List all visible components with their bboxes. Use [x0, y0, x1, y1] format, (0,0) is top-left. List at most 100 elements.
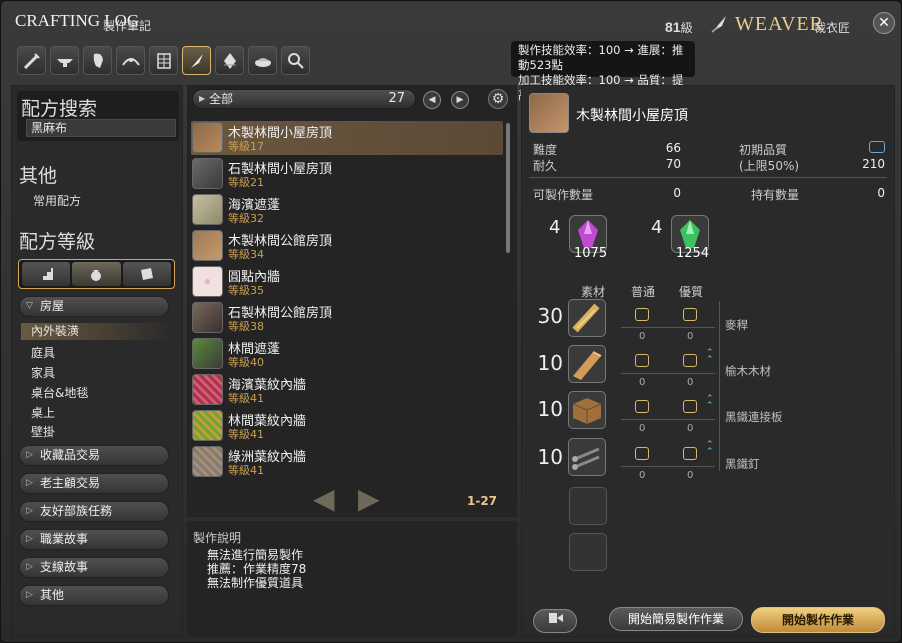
weaver-icon[interactable] — [182, 46, 211, 75]
recipe-row[interactable]: 林間葉紋內牆 等級41 — [191, 409, 503, 443]
recipe-row[interactable]: 石製林間小屋房頂 等級21 — [191, 157, 503, 191]
favorite-recipes-item[interactable]: 常用配方 — [33, 192, 81, 209]
hq-slot[interactable] — [683, 447, 697, 460]
hq-available-icon: ⌃ ⌃ — [706, 348, 714, 365]
recipe-row[interactable]: 木製林間公館房頂 等級34 — [191, 229, 503, 263]
recipe-row[interactable]: 圓點內牆 等級35 — [191, 265, 503, 299]
divider — [621, 373, 715, 374]
recipe-search-field[interactable]: 黑麻布 — [26, 119, 176, 137]
subcategory-item[interactable]: 庭具 — [31, 344, 55, 361]
crystal-held: 1254 — [676, 246, 710, 261]
hq-slot[interactable] — [683, 308, 697, 321]
subcategory-item[interactable]: 家具 — [31, 364, 55, 381]
recipe-level-selector — [18, 259, 175, 289]
high-quality-header: 優質 — [679, 285, 704, 299]
chevron-right-icon: ▷ — [26, 450, 33, 460]
material-name: 麥稈 — [725, 318, 748, 332]
nq-slot[interactable] — [635, 308, 649, 321]
blacksmith-icon[interactable] — [50, 46, 79, 75]
synthesize-button[interactable]: 開始製作作業 — [751, 607, 885, 633]
subcategory-item[interactable]: 桌上 — [31, 404, 55, 421]
recipe-row[interactable]: 林間遮蓬 等級40 — [191, 337, 503, 371]
crafter-category-bar — [17, 46, 314, 75]
category-housing[interactable]: ▽ 房屋 — [19, 296, 169, 317]
prev-page-arrow-icon[interactable]: ◀ — [313, 482, 335, 515]
divider — [621, 466, 715, 467]
leatherworker-icon[interactable] — [149, 46, 178, 75]
job-name-sub: 裁衣匠 — [814, 21, 851, 35]
material-icon[interactable] — [568, 299, 606, 337]
category-group-label: 支線故事 — [40, 560, 89, 574]
category-group[interactable]: ▷ 老主顧交易 — [19, 473, 169, 494]
goldsmith-icon[interactable] — [116, 46, 145, 75]
crystal-held: 1075 — [574, 246, 608, 261]
search-icon[interactable] — [281, 46, 310, 75]
quick-synthesis-button[interactable]: 開始簡易製作作業 — [609, 607, 743, 631]
recipe-search-header: 配方搜索 — [21, 98, 98, 120]
recipe-level: 等級41 — [228, 392, 264, 405]
durability-value: 70 — [665, 157, 681, 171]
armorer-icon[interactable] — [83, 46, 112, 75]
category-group[interactable]: ▷ 支線故事 — [19, 557, 169, 578]
nq-slot[interactable] — [635, 354, 649, 367]
recipe-item-icon — [192, 194, 223, 225]
nq-count: 0 — [639, 331, 646, 342]
job-level-number: 81 — [665, 19, 681, 35]
close-icon[interactable]: ✕ — [873, 12, 895, 34]
chevron-right-icon: ▷ — [26, 590, 33, 600]
recipe-filter-dropdown[interactable]: ▶ 全部 27 — [192, 89, 416, 109]
recipe-list-scrollbar[interactable] — [506, 123, 510, 253]
result-item-name: 木製林間小屋房頂 — [576, 108, 688, 124]
description-line: 無法制作優質道具 — [207, 576, 304, 590]
next-page-arrow-icon[interactable]: ▶ — [358, 482, 380, 515]
category-group[interactable]: ▷ 職業故事 — [19, 529, 169, 550]
material-icon[interactable] — [568, 438, 606, 476]
recipe-level: 等級35 — [228, 284, 264, 297]
category-group-label: 收藏品交易 — [40, 448, 101, 462]
description-title: 製作說明 — [193, 531, 242, 545]
subcategory-item[interactable]: 桌台&地毯 — [31, 384, 88, 401]
quality-toggle[interactable] — [869, 141, 885, 153]
recipe-row[interactable]: 木製林間小屋房頂 等級17 — [191, 121, 503, 155]
weaver-job-icon — [711, 16, 726, 33]
subcategory-item[interactable]: 壁掛 — [31, 423, 55, 440]
recipe-row[interactable]: 石製林間公館房頂 等級38 — [191, 301, 503, 335]
hq-slot[interactable] — [683, 354, 697, 367]
culinarian-icon[interactable] — [248, 46, 277, 75]
difficulty-value: 66 — [665, 141, 681, 155]
alchemist-icon[interactable] — [215, 46, 244, 75]
crystal-qty: 4 — [651, 217, 663, 238]
book-icon[interactable] — [122, 262, 171, 286]
job-name: WEAVER — [735, 13, 824, 35]
category-group[interactable]: ▷ 收藏品交易 — [19, 445, 169, 466]
result-item-icon[interactable] — [529, 93, 569, 133]
hq-slot[interactable] — [683, 400, 697, 413]
subcategory-item[interactable]: 內外裝潢 — [21, 323, 173, 340]
initial-quality-cap: (上限50%) — [739, 159, 800, 173]
craftable-label: 可製作數量 — [533, 188, 594, 202]
carpenter-icon[interactable] — [17, 46, 46, 75]
prev-page-icon[interactable]: ◀ — [423, 91, 441, 109]
category-group[interactable]: ▷ 友好部族任務 — [19, 501, 169, 522]
category-group[interactable]: ▷ 其他 — [19, 585, 169, 606]
chevron-down-icon: ▽ — [26, 301, 33, 311]
recipe-item-icon — [192, 338, 223, 369]
material-qty: 30 — [537, 304, 563, 328]
recipe-row[interactable]: 綠洲葉紋內牆 等級41 — [191, 445, 503, 479]
stairs-icon[interactable] — [22, 262, 71, 286]
recipe-filter-label: 全部 — [209, 92, 234, 106]
next-page-icon[interactable]: ▶ — [451, 91, 469, 109]
recipe-tree-button[interactable] — [533, 609, 577, 633]
nq-slot[interactable] — [635, 447, 649, 460]
recipe-item-icon — [192, 374, 223, 405]
recipe-row[interactable]: 海濱葉紋內牆 等級41 — [191, 373, 503, 407]
recipe-level: 等級38 — [228, 320, 264, 333]
material-icon[interactable] — [568, 345, 606, 383]
recipe-row[interactable]: 海濱遮蓬 等級32 — [191, 193, 503, 227]
bag-icon[interactable] — [72, 262, 121, 286]
nq-slot[interactable] — [635, 400, 649, 413]
chevron-right-icon: ▷ — [26, 534, 33, 544]
recipe-level: 等級40 — [228, 356, 264, 369]
material-icon[interactable] — [568, 391, 606, 429]
gear-icon[interactable]: ⚙ — [488, 89, 508, 109]
